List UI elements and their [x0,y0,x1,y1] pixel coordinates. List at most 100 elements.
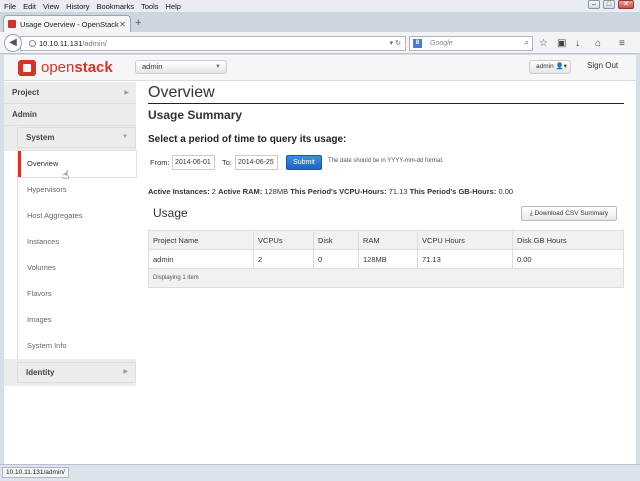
openstack-favicon-icon [8,20,16,28]
usage-table: Project Name VCPUs Disk RAM VCPU Hours D… [148,230,624,288]
to-date-input[interactable]: 2014-06-25 [235,155,278,170]
minimize-button[interactable]: – [588,0,600,9]
stat-label: This Period's GB-Hours: [409,187,497,196]
chevron-right-icon: ▶ [124,90,129,96]
close-tab-icon[interactable]: ✕ [119,20,126,29]
address-bar[interactable]: 10.10.11.131/admin/ ▾ ↻ [20,36,406,51]
page-content: open stack admin ▼ admin 👤▾ Sign Out Proj… [4,55,636,464]
sign-out-link[interactable]: Sign Out [587,61,618,70]
sidebar-identity-label: Identity [26,368,55,377]
table-cell: 128MB [358,249,418,269]
table-header-row: Project Name VCPUs Disk RAM VCPU Hours D… [148,230,624,250]
table-row: admin 2 0 128MB 71.13 0.00 [148,249,624,269]
menu-bookmarks[interactable]: Bookmarks [97,2,135,11]
chevron-down-icon: ▼ [215,64,221,70]
navigation-bar: 10.10.11.131/admin/ ▾ ↻ ◀ 8 Google ⌕ ☆ ▣… [0,32,640,54]
openstack-logo[interactable]: open stack [18,59,113,76]
openstack-cube-icon [18,59,36,76]
sidebar-item-hypervisors[interactable]: Hypervisors [18,177,136,203]
menu-view[interactable]: View [43,2,59,11]
menu-tools[interactable]: Tools [141,2,159,11]
project-select[interactable]: admin ▼ [135,60,227,74]
sidebar-item-flavors[interactable]: Flavors [18,281,136,307]
sidebar-item-system-info[interactable]: System Info [18,333,136,359]
close-window-button[interactable]: ✕ [618,0,634,9]
browser-tab[interactable]: Usage Overview - OpenStack ... ✕ [3,15,131,32]
table-cell: 0.00 [512,249,624,269]
from-date-input[interactable]: 2014-06-01 [172,155,215,170]
column-header[interactable]: VCPUs [253,230,314,250]
browser-statusbar: 10.10.11.131/admin/ [0,464,640,481]
download-arrow-icon[interactable]: ↓ [575,38,580,49]
bookmark-star-icon[interactable]: ☆ [539,38,548,49]
chevron-right-icon: ▶ [123,369,128,375]
search-icon[interactable]: ⌕ [525,38,529,48]
url-host: 10.10.11.131 [39,39,83,48]
tab-bar: Usage Overview - OpenStack ... ✕ + [0,12,640,32]
google-icon: 8 [413,39,422,48]
sidebar-accordion-project[interactable]: Project ▶ [4,82,136,104]
menu-history[interactable]: History [66,2,89,11]
stat-value: 2 [211,187,216,196]
column-header[interactable]: Disk GB Hours [512,230,624,250]
browser-menubar: File Edit View History Bookmarks Tools H… [0,0,640,12]
stat-value: 0.00 [498,187,514,196]
submit-button[interactable]: Submit [286,155,322,170]
download-csv-label: Download CSV Summary [534,210,609,217]
clipboard-icon[interactable]: ▣ [557,38,566,49]
user-name: admin [536,63,554,70]
sidebar-item-host-aggregates[interactable]: Host Aggregates [18,203,136,229]
stat-label: Active RAM: [218,187,263,196]
hand-cursor-icon: ☝ [62,168,70,182]
date-format-hint: The date should be in YYYY-mm-dd format. [328,158,444,164]
table-cell: 71.13 [417,249,513,269]
hamburger-menu-icon[interactable]: ≡ [619,38,625,49]
tab-title: Usage Overview - OpenStack ... [20,19,120,29]
project-select-value: admin [142,62,163,71]
user-icon: 👤▾ [555,63,567,70]
usage-header: Usage ⤓ Download CSV Summary [148,206,624,224]
column-header[interactable]: Project Name [148,230,254,250]
sidebar-subaccordion-identity[interactable]: Identity ▶ [17,362,136,383]
back-arrow-icon[interactable]: ◀ [4,34,22,52]
usage-summary-heading: Usage Summary [148,108,243,122]
sidebar-accordion-admin[interactable]: Admin [4,104,136,126]
sidebar-item-volumes[interactable]: Volumes [18,255,136,281]
sidebar-admin-label: Admin [12,110,37,119]
sidebar-system-label: System [26,133,55,142]
usage-title: Usage [153,206,188,220]
openstack-topbar: open stack admin ▼ admin 👤▾ Sign Out [4,55,636,81]
stat-label: This Period's VCPU-Hours: [290,187,387,196]
stat-label: Active Instances: [148,187,210,196]
sidebar-item-instances[interactable]: Instances [18,229,136,255]
table-footer-text: Displaying 1 item [148,268,624,288]
new-tab-icon[interactable]: + [135,17,141,29]
search-box[interactable]: 8 Google ⌕ [409,36,533,51]
url-dropdown-reload-icons[interactable]: ▾ ↻ [390,39,401,47]
menu-file[interactable]: File [4,2,16,11]
logo-text-stack: stack [74,59,113,76]
sidebar-item-images[interactable]: Images [18,307,136,333]
menu-edit[interactable]: Edit [23,2,36,11]
sidebar-subaccordion-system[interactable]: System ▼ [17,127,136,148]
column-header[interactable]: Disk [313,230,359,250]
to-label: To: [222,158,233,167]
user-menu[interactable]: admin 👤▾ [529,60,571,74]
column-header[interactable]: RAM [358,230,418,250]
table-footer-row: Displaying 1 item [148,268,624,288]
home-icon[interactable]: ⌂ [595,38,601,49]
sidebar-project-label: Project [12,88,40,97]
main-content: Overview Usage Summary Select a period o… [148,82,624,224]
status-url: 10.10.11.131/admin/ [2,467,69,478]
search-placeholder: Google [430,40,453,47]
page-title: Overview [148,82,624,104]
chevron-down-icon: ▼ [122,134,128,140]
table-cell: admin [148,249,254,269]
menu-help[interactable]: Help [166,2,181,11]
column-header[interactable]: VCPU Hours [417,230,513,250]
period-heading: Select a period of time to query its usa… [148,134,347,145]
stat-value: 128MB [264,187,289,196]
sidebar-item-overview[interactable]: Overview [18,151,136,177]
maximize-button[interactable]: □ [603,0,615,9]
download-csv-button[interactable]: ⤓ Download CSV Summary [521,206,617,221]
